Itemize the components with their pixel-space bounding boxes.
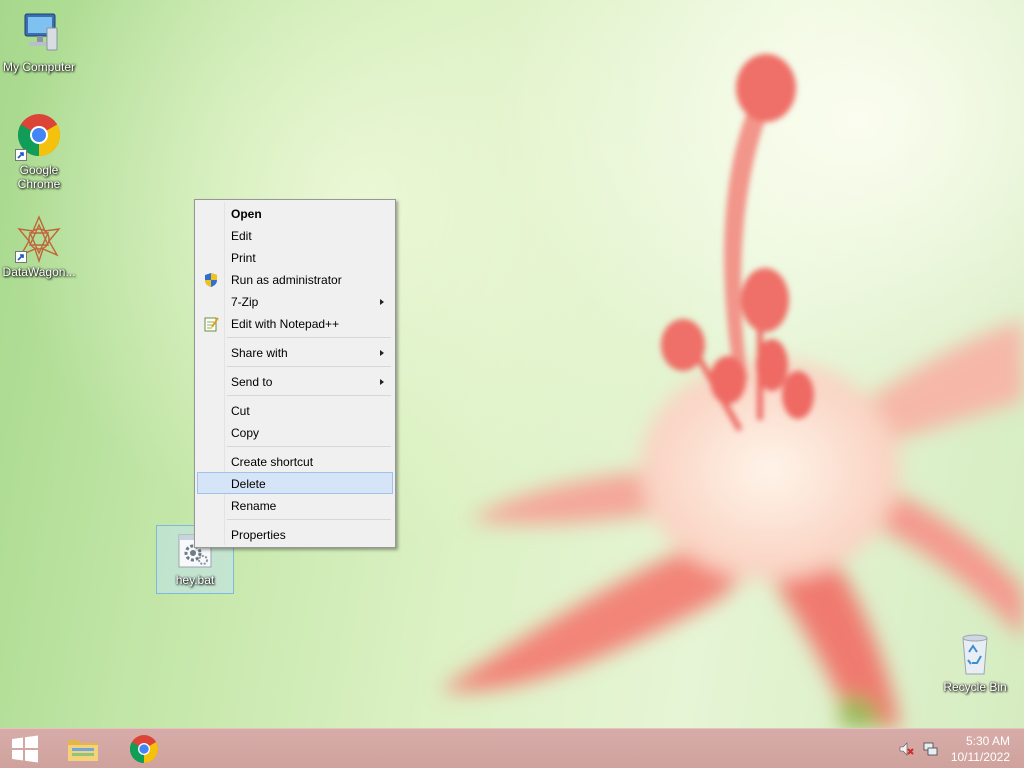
menu-item-label: Open	[231, 207, 262, 221]
desktop-icon-label: hey.bat	[175, 573, 215, 587]
folder-icon	[68, 740, 98, 761]
menu-item-label: 7-Zip	[231, 295, 259, 309]
taskbar-chrome[interactable]	[114, 729, 174, 768]
menu-item-open[interactable]: Open	[197, 202, 393, 224]
menu-item-label: Copy	[231, 426, 260, 440]
menu-item-label: Properties	[231, 528, 286, 542]
menu-item-rename[interactable]: Rename	[197, 494, 393, 516]
menu-item-properties[interactable]: Properties	[197, 523, 393, 545]
menu-item-7-zip[interactable]: 7-Zip	[197, 290, 393, 312]
taskbar: 5:30 AM 10/11/2022	[0, 728, 1024, 768]
desktop-icon-datawagon[interactable]: DataWagon...	[0, 215, 78, 279]
menu-item-copy[interactable]: Copy	[197, 421, 393, 443]
shortcut-arrow-icon	[15, 149, 27, 161]
menu-item-label: Rename	[231, 499, 277, 513]
menu-item-cut[interactable]: Cut	[197, 399, 393, 421]
recycle-bin-icon	[951, 630, 999, 678]
menu-item-label: Edit	[231, 229, 252, 243]
volume-muted-icon[interactable]	[898, 741, 914, 757]
start-button[interactable]	[0, 729, 50, 768]
menu-separator	[227, 337, 391, 338]
menu-item-print[interactable]: Print	[197, 246, 393, 268]
network-icon[interactable]	[922, 741, 938, 757]
system-clock[interactable]: 5:30 AM 10/11/2022	[940, 733, 1010, 765]
menu-item-edit[interactable]: Edit	[197, 224, 393, 246]
menu-item-label: Run as administrator	[231, 273, 342, 287]
menu-separator	[227, 395, 391, 396]
desktop-icon-my-computer[interactable]: My Computer	[0, 10, 78, 74]
menu-item-run-as-administrator[interactable]: Run as administrator	[197, 268, 393, 290]
menu-item-share-with[interactable]: Share with	[197, 341, 393, 363]
menu-item-label: Share with	[231, 346, 288, 360]
context-menu: Open Edit Print Run as administrator 7-Z…	[194, 199, 396, 548]
taskbar-file-explorer[interactable]	[52, 729, 112, 768]
menu-item-label: Print	[231, 251, 256, 265]
uac-shield-icon	[203, 272, 219, 288]
menu-item-label: Send to	[231, 375, 273, 389]
notepad-plus-plus-icon	[203, 316, 219, 332]
menu-separator	[227, 446, 391, 447]
desktop-icon-label: DataWagon...	[2, 265, 76, 279]
menu-separator	[227, 366, 391, 367]
menu-item-create-shortcut[interactable]: Create shortcut	[197, 450, 393, 472]
shortcut-arrow-icon	[15, 251, 27, 263]
menu-item-label: Create shortcut	[231, 455, 314, 469]
wallpaper-flower	[440, 54, 1024, 728]
computer-icon	[15, 10, 63, 58]
desktop[interactable]: My Computer Google Chrome DataWagon... R…	[0, 0, 1024, 728]
menu-item-edit-with-notepad-plus-plus[interactable]: Edit with Notepad++	[197, 312, 393, 334]
desktop-icon-label: My Computer	[2, 60, 76, 74]
desktop-icon-google-chrome[interactable]: Google Chrome	[0, 113, 78, 191]
chrome-icon	[129, 735, 159, 763]
windows-logo-icon	[12, 735, 38, 763]
clock-date: 10/11/2022	[950, 750, 1010, 764]
menu-separator	[227, 519, 391, 520]
submenu-arrow-icon	[380, 299, 384, 305]
submenu-arrow-icon	[380, 350, 384, 356]
datawagon-icon	[15, 215, 63, 264]
menu-item-label: Cut	[231, 404, 250, 418]
clock-time: 5:30 AM	[965, 734, 1010, 748]
chrome-icon	[15, 113, 63, 161]
desktop-icon-recycle-bin[interactable]: Recycle Bin	[936, 630, 1014, 694]
desktop-icon-label: Google Chrome	[17, 163, 61, 191]
desktop-icon-label: Recycle Bin	[943, 680, 1007, 694]
menu-item-label: Delete	[231, 477, 266, 491]
menu-item-label: Edit with Notepad++	[231, 317, 340, 331]
menu-item-delete[interactable]: Delete	[197, 472, 393, 494]
menu-item-send-to[interactable]: Send to	[197, 370, 393, 392]
submenu-arrow-icon	[380, 379, 384, 385]
